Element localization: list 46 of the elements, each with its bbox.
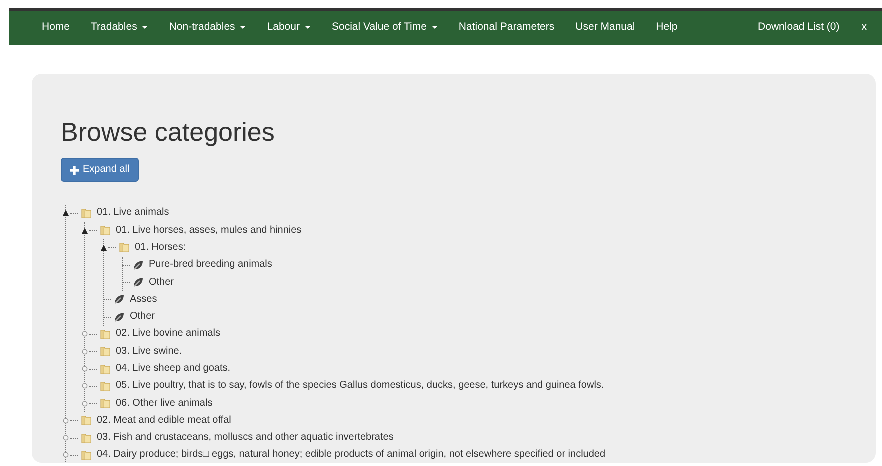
tree-item[interactable]: 01. Live animals	[97, 207, 170, 220]
tree-item[interactable]: 05. Live poultry, that is to say, fowls of the species Gallus domesticus, ducks, geese, turkeys and guinea fowls.	[116, 380, 604, 392]
tree-item[interactable]: 04. Dairy produce; birds□ eggs, natural honey; edible products of animal origin, not elsewhere specified or included	[97, 449, 606, 462]
folder-icon	[100, 380, 111, 392]
nav-link[interactable]: Non-tradables	[169, 20, 246, 36]
tree-item[interactable]: Pure-bred breeding animals	[149, 259, 272, 272]
expander-icon[interactable]	[101, 244, 107, 251]
plus-icon	[70, 166, 79, 175]
tree-item[interactable]: 01. Horses:	[135, 242, 186, 254]
leaf-icon	[133, 260, 144, 271]
page-title: Browse categories	[61, 117, 276, 148]
expand-all-button[interactable]: Expand all	[61, 158, 139, 182]
tree-item[interactable]: Other	[130, 311, 156, 324]
folder-icon	[81, 208, 92, 219]
leaf-icon	[133, 277, 144, 288]
tree-item[interactable]: 03. Live swine.	[116, 346, 182, 358]
tree-item[interactable]: 02. Meat and edible meat offal	[97, 414, 232, 427]
folder-icon	[100, 225, 111, 236]
expander-icon[interactable]	[82, 228, 88, 234]
folder-icon	[100, 346, 111, 358]
nav-link[interactable]: Labour	[267, 20, 311, 36]
tree-item[interactable]: 04. Live sheep and goats.	[116, 363, 231, 375]
folder-icon	[119, 242, 130, 254]
expander-icon[interactable]	[63, 210, 69, 216]
nav-link[interactable]: User Manual	[576, 20, 636, 36]
leaf-icon	[114, 312, 125, 323]
folder-icon	[81, 450, 92, 461]
tree-item[interactable]: Other	[149, 276, 174, 289]
folder-icon	[100, 328, 111, 340]
folder-icon	[100, 364, 111, 374]
close-link[interactable]: x	[862, 20, 867, 36]
nav-link[interactable]: Tradables	[91, 20, 148, 36]
leaf-icon	[114, 294, 125, 306]
nav-link[interactable]: Help	[656, 20, 678, 36]
tree-item[interactable]: 01. Live horses, asses, mules and hinnies	[116, 224, 302, 237]
folder-icon	[81, 432, 92, 444]
tree-item[interactable]: 02. Live bovine animals	[116, 328, 221, 340]
tree-item[interactable]: Asses	[130, 294, 158, 306]
download-list-link[interactable]: Download List (0)	[758, 20, 840, 36]
nav-link[interactable]: Home	[42, 20, 70, 36]
nav-link[interactable]: National Parameters	[458, 20, 555, 36]
nav-link[interactable]: Social Value of Time	[332, 20, 438, 36]
tree-item[interactable]: 06. Other live animals	[116, 398, 213, 410]
folder-icon	[100, 398, 111, 410]
folder-icon	[81, 415, 92, 426]
tree-item[interactable]: 03. Fish and crustaceans, molluscs and other aquatic invertebrates	[97, 432, 394, 444]
